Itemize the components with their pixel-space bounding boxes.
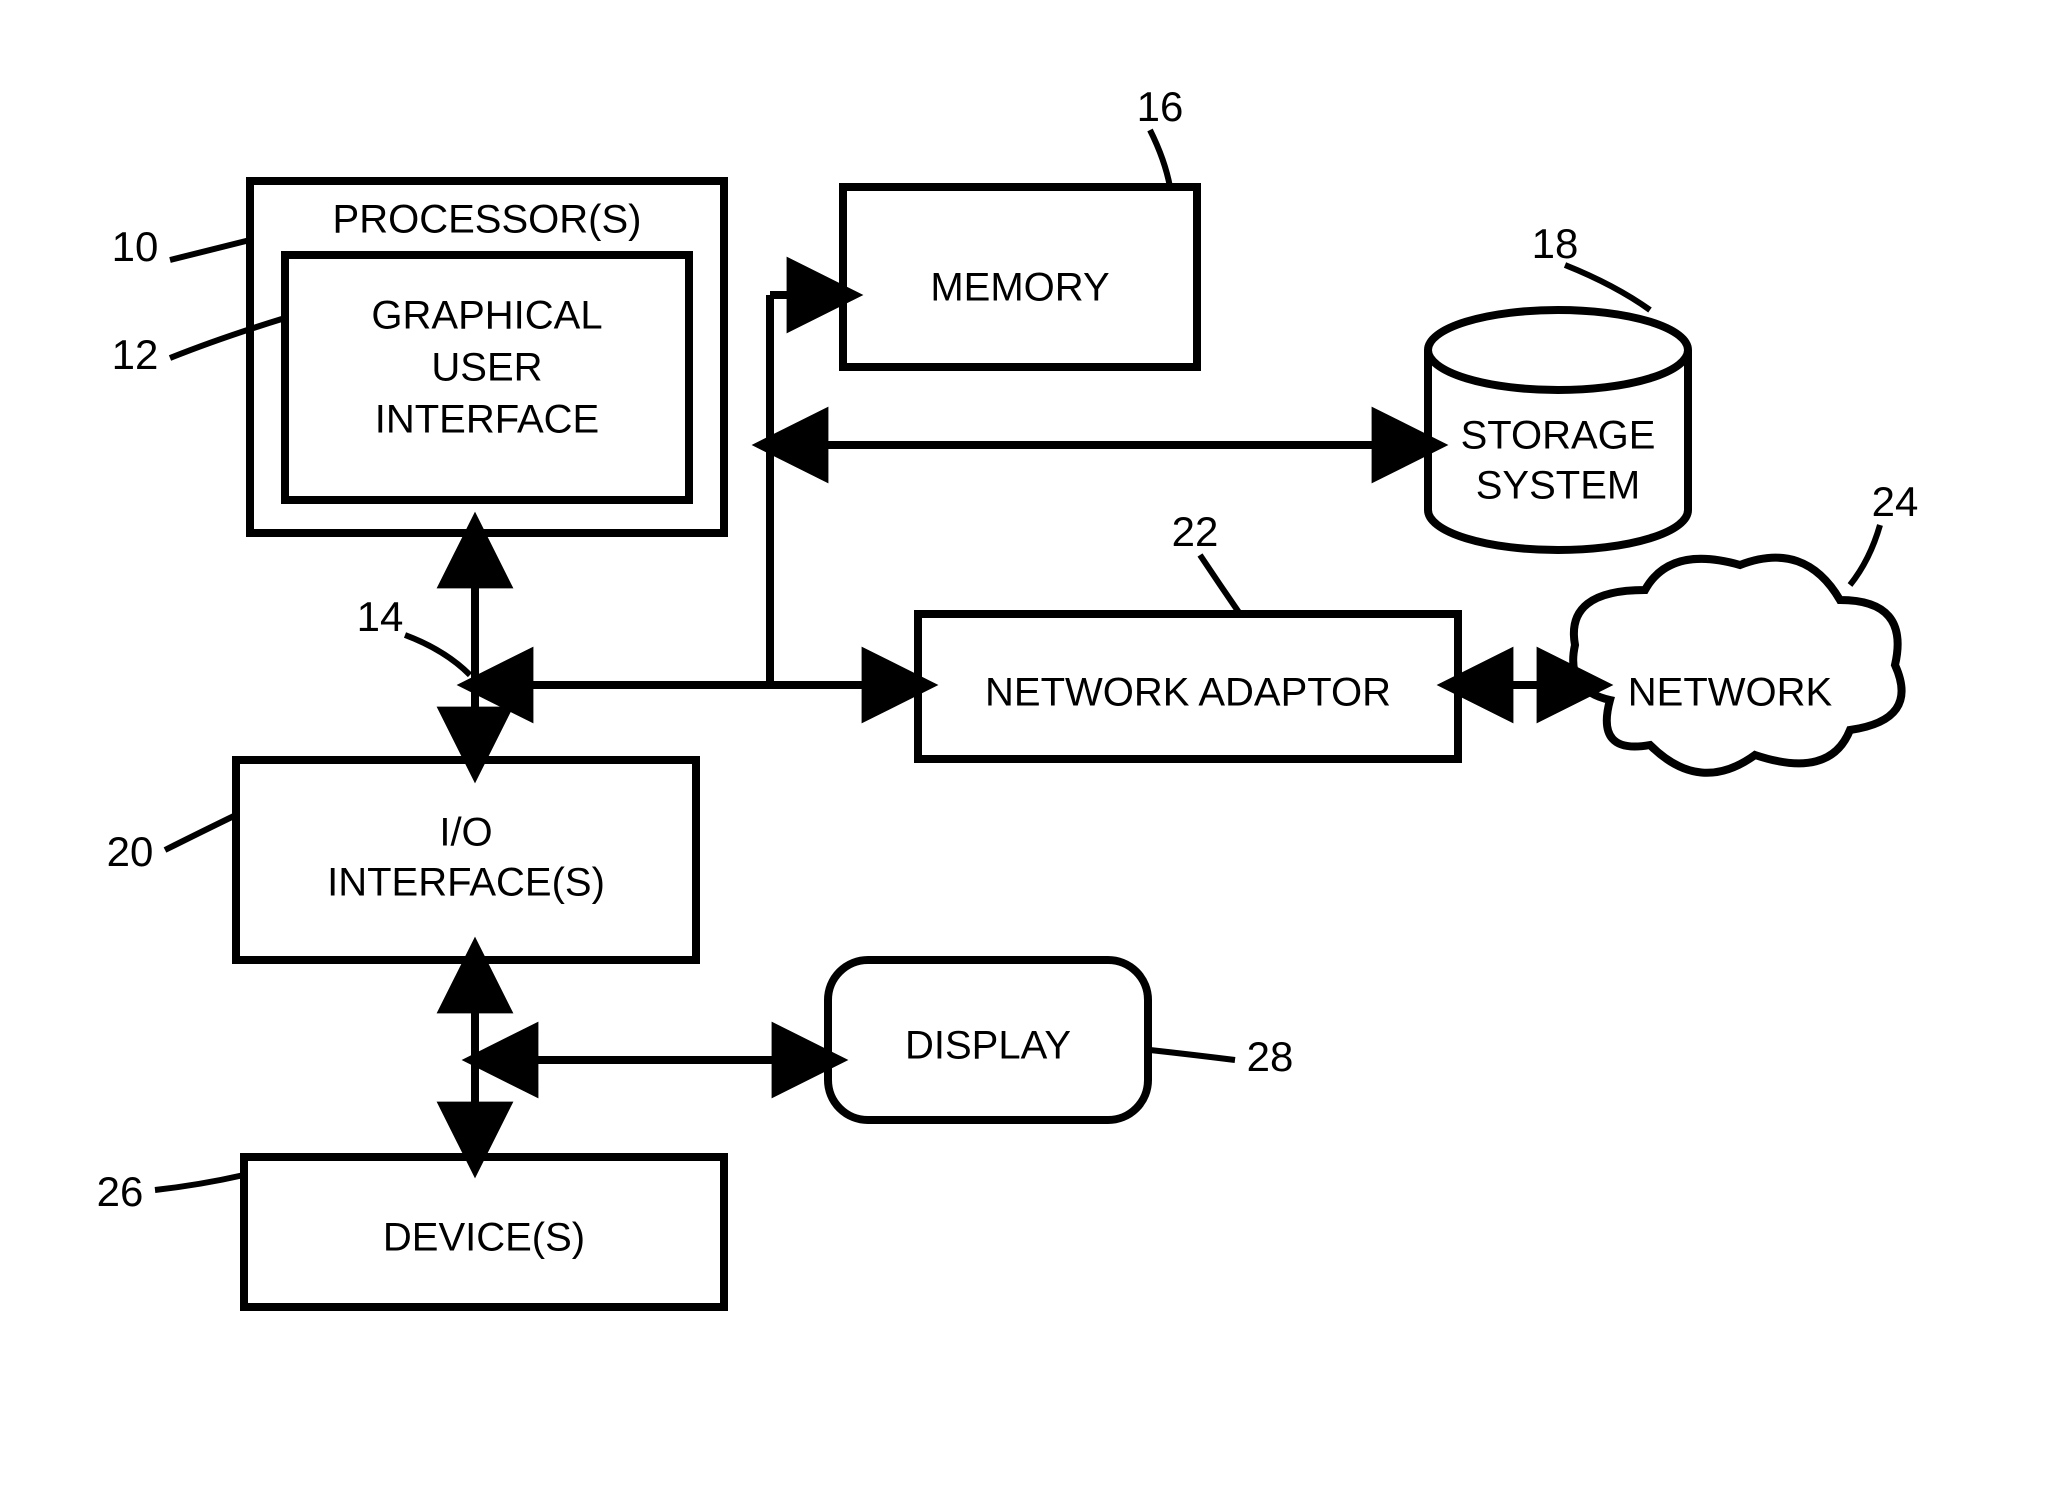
lead-10 — [170, 240, 250, 260]
network-adaptor-title: NETWORK ADAPTOR — [985, 671, 1391, 715]
lead-18 — [1565, 265, 1650, 310]
storage-line2: SYSTEM — [1476, 464, 1640, 508]
memory-title: MEMORY — [930, 266, 1109, 310]
ref-22: 22 — [1172, 508, 1219, 555]
ref-10: 10 — [112, 223, 159, 270]
devices-box: DEVICE(S) — [244, 1157, 724, 1307]
ref-20: 20 — [107, 828, 154, 875]
gui-line1: GRAPHICAL — [371, 294, 602, 338]
lead-12 — [170, 318, 285, 358]
storage-cylinder: STORAGE SYSTEM — [1428, 310, 1688, 550]
ref-26: 26 — [97, 1168, 144, 1215]
gui-box: GRAPHICAL USER INTERFACE — [285, 255, 689, 500]
lead-24 — [1850, 525, 1880, 585]
lead-20 — [165, 815, 236, 850]
storage-line1: STORAGE — [1461, 414, 1656, 458]
ref-16: 16 — [1137, 83, 1184, 130]
lead-14 — [405, 635, 470, 675]
lead-16 — [1150, 130, 1170, 187]
io-line1: I/O — [439, 811, 492, 855]
ref-12: 12 — [112, 331, 159, 378]
network-title: NETWORK — [1628, 671, 1833, 715]
ref-28: 28 — [1247, 1033, 1294, 1080]
ref-14: 14 — [357, 593, 404, 640]
lead-22 — [1200, 555, 1240, 614]
lead-26 — [155, 1175, 244, 1190]
io-line2: INTERFACE(S) — [327, 861, 605, 905]
ref-24: 24 — [1872, 478, 1919, 525]
display-title: DISPLAY — [905, 1024, 1071, 1068]
ref-18: 18 — [1532, 220, 1579, 267]
network-adaptor-box: NETWORK ADAPTOR — [918, 614, 1458, 759]
gui-line3: INTERFACE — [375, 398, 599, 442]
devices-title: DEVICE(S) — [383, 1216, 585, 1260]
memory-box: MEMORY — [843, 187, 1197, 367]
processor-title: PROCESSOR(S) — [333, 198, 642, 242]
gui-line2: USER — [431, 346, 542, 390]
lead-28 — [1150, 1050, 1235, 1060]
display-box: DISPLAY — [828, 960, 1148, 1120]
io-box: I/O INTERFACE(S) — [236, 760, 696, 960]
network-cloud: NETWORK — [1573, 558, 1901, 773]
